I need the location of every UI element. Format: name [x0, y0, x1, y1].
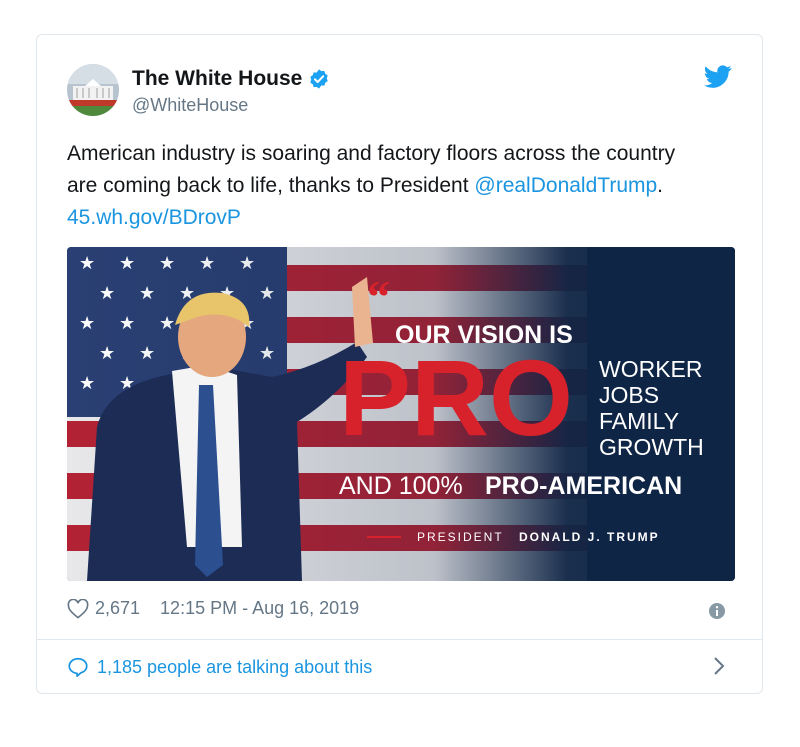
tweet-text: American industry is soaring and factory…: [67, 138, 707, 234]
attribution-dash: [367, 536, 401, 538]
pro-item-growth: GROWTH: [599, 434, 704, 460]
attribution-prefix: PRESIDENT: [417, 530, 504, 544]
account-name-text[interactable]: The White House: [132, 67, 302, 91]
mention-link[interactable]: @realDonaldTrump: [474, 174, 657, 197]
speech-bubble-icon: [68, 657, 88, 678]
timestamp[interactable]: 12:15 PM - Aug 16, 2019: [160, 598, 359, 619]
verified-icon: [310, 69, 329, 89]
avatar[interactable]: [67, 64, 119, 116]
pro-item-worker: WORKER: [599, 356, 703, 382]
chevron-right-icon[interactable]: [712, 656, 726, 676]
twitter-bird-icon[interactable]: [704, 65, 732, 89]
pro-item-family: FAMILY: [599, 408, 679, 434]
media-pro: PRO: [339, 337, 573, 458]
tweet-media-image[interactable]: ★★★★★ ★★★★★ ★★★★★ ★★★★★ ★★★★ OUR VISION …: [67, 247, 735, 581]
divider: [37, 639, 762, 640]
bottom-line-prefix: AND 100%: [339, 472, 463, 500]
pro-item-jobs: JOBS: [599, 382, 659, 408]
conversation-link[interactable]: 1,185 people are talking about this: [67, 656, 372, 678]
tweet-card: The White House @WhiteHouse American ind…: [36, 34, 763, 694]
tweet-meta: 2,671 12:15 PM - Aug 16, 2019: [67, 598, 359, 619]
info-icon[interactable]: [708, 602, 726, 620]
bottom-line-strong: PRO-AMERICAN: [485, 472, 682, 500]
like-count[interactable]: 2,671: [95, 598, 140, 619]
attribution-name: DONALD J. TRUMP: [519, 530, 660, 544]
url-link[interactable]: 45.wh.gov/BDrovP: [67, 206, 241, 229]
tweet-text-separator: .: [657, 174, 664, 197]
account-handle[interactable]: @WhiteHouse: [132, 95, 248, 116]
conversation-text[interactable]: 1,185 people are talking about this: [97, 657, 372, 678]
account-name[interactable]: The White House: [132, 67, 330, 91]
svg-text:“: “: [367, 271, 390, 322]
heart-icon[interactable]: [67, 598, 89, 619]
